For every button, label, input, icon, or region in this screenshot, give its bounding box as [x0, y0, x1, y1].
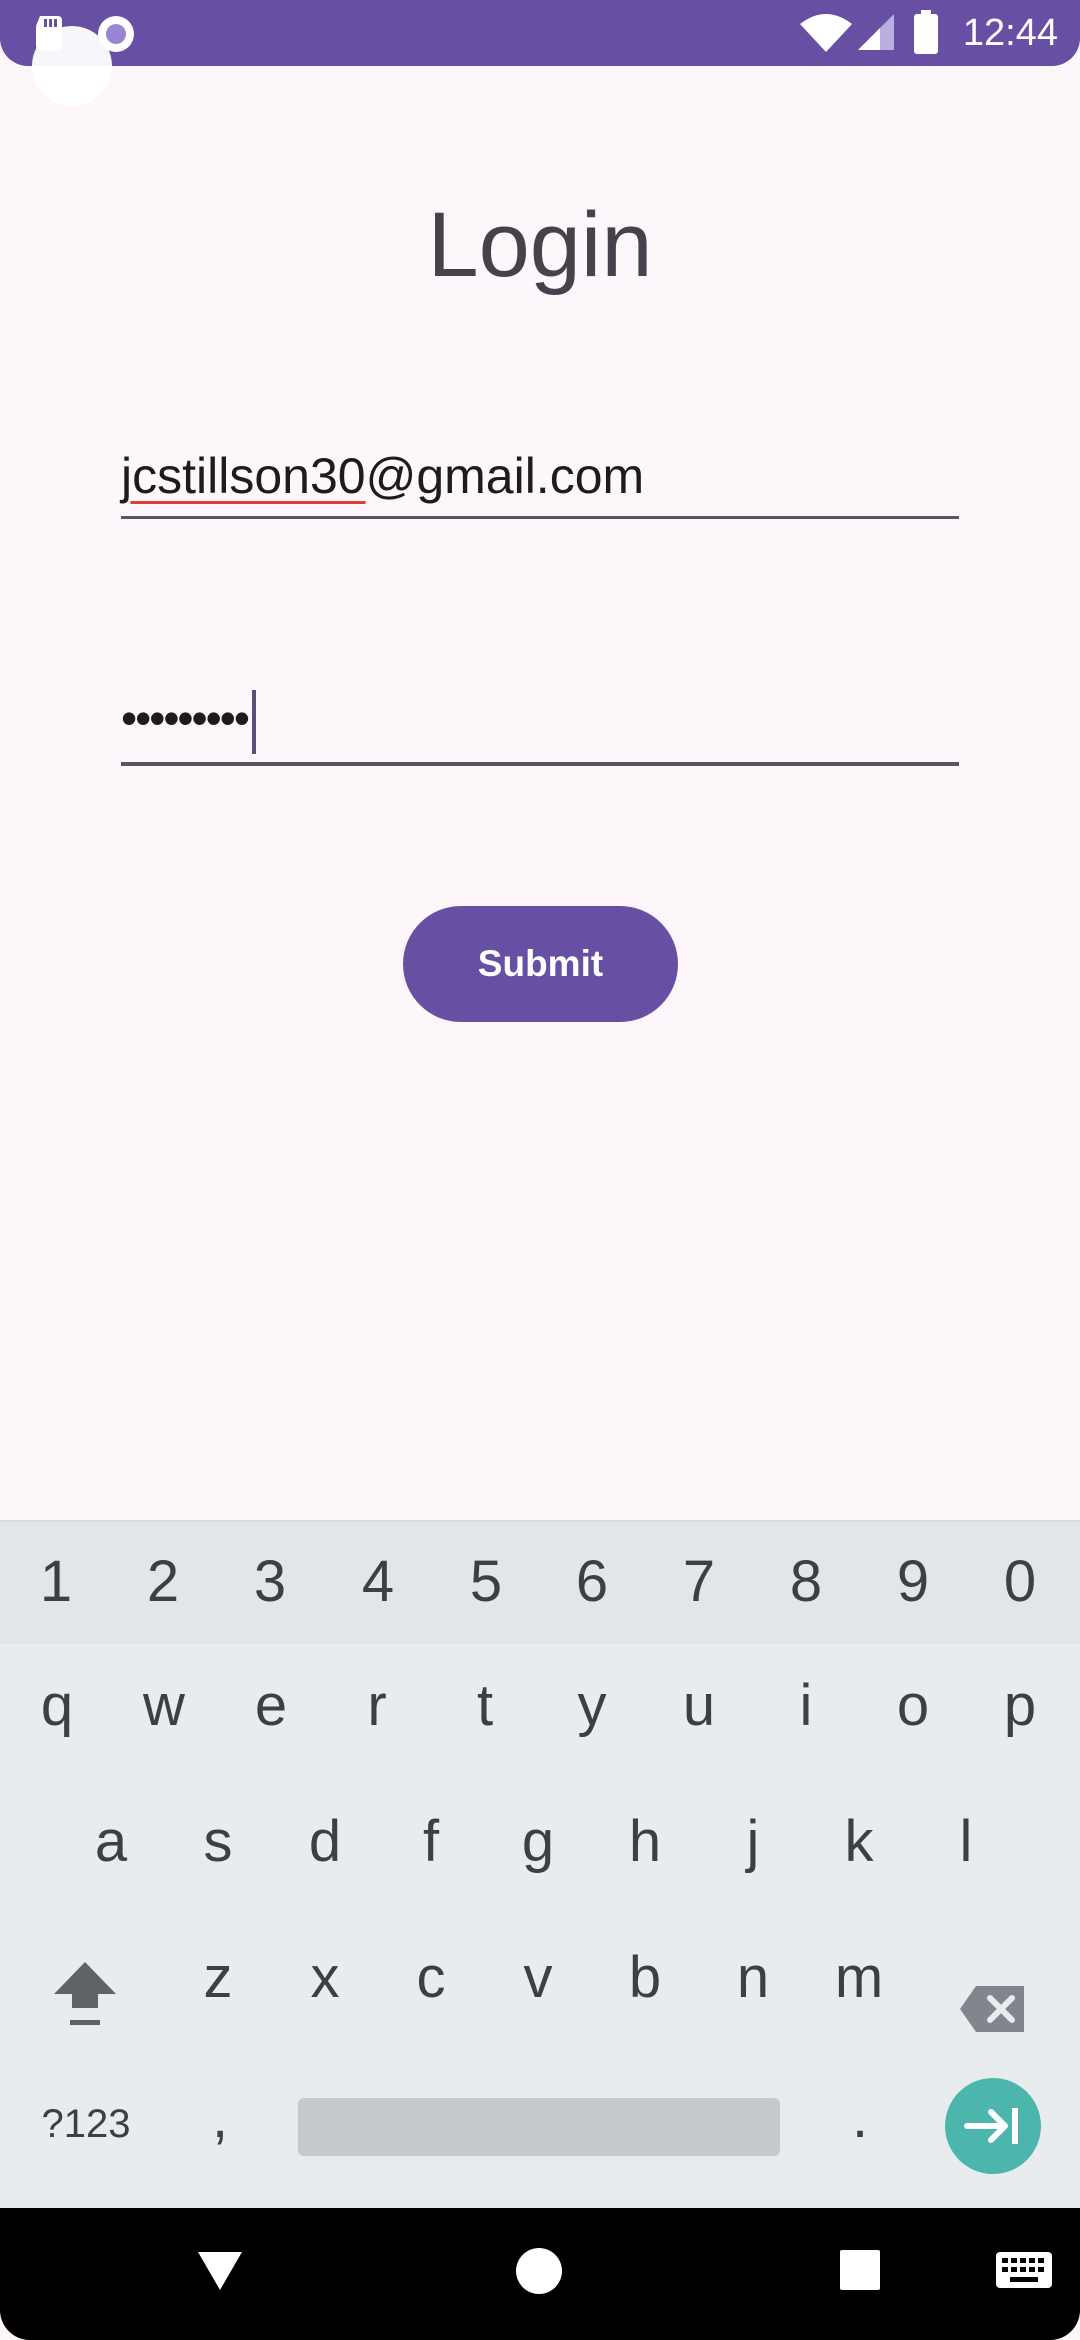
- shift-icon[interactable]: [52, 1958, 118, 2030]
- key-v[interactable]: v: [488, 1944, 588, 2011]
- email-underline: [121, 516, 959, 519]
- key-symbols[interactable]: ?123: [36, 2102, 136, 2147]
- navigation-bar: [0, 2208, 1080, 2340]
- back-icon[interactable]: [196, 2248, 244, 2292]
- key-comma[interactable]: ,: [170, 2084, 270, 2151]
- key-l[interactable]: l: [916, 1808, 1016, 1875]
- next-arrow-icon: [964, 2108, 1018, 2144]
- key-d[interactable]: d: [275, 1808, 375, 1875]
- key-g[interactable]: g: [488, 1808, 588, 1875]
- key-0[interactable]: 0: [970, 1548, 1070, 1615]
- key-e[interactable]: e: [221, 1672, 321, 1739]
- text-cursor: [251, 689, 256, 754]
- signal-icon: [858, 14, 894, 50]
- email-rest: @gmail.com: [365, 448, 645, 504]
- page-title: Login: [427, 194, 653, 296]
- key-9[interactable]: 9: [863, 1548, 963, 1615]
- keyboard-switch-icon[interactable]: [996, 2252, 1052, 2288]
- spacebar[interactable]: [298, 2098, 780, 2156]
- key-4[interactable]: 4: [328, 1548, 428, 1615]
- battery-icon: [914, 10, 938, 54]
- key-2[interactable]: 2: [113, 1548, 213, 1615]
- recents-icon[interactable]: [840, 2250, 880, 2290]
- key-6[interactable]: 6: [542, 1548, 642, 1615]
- key-1[interactable]: 1: [6, 1548, 106, 1615]
- email-misspelled-part: jcstillson30: [121, 448, 366, 504]
- status-bar: 12:44: [0, 0, 1080, 66]
- key-s[interactable]: s: [168, 1808, 268, 1875]
- password-field[interactable]: •••••••••: [121, 682, 959, 768]
- key-5[interactable]: 5: [436, 1548, 536, 1615]
- key-o[interactable]: o: [863, 1672, 963, 1739]
- key-a[interactable]: a: [61, 1808, 161, 1875]
- key-b[interactable]: b: [595, 1944, 695, 2011]
- password-underline: [121, 762, 959, 766]
- key-r[interactable]: r: [327, 1672, 427, 1739]
- key-z[interactable]: z: [168, 1944, 268, 2011]
- wifi-icon: [800, 14, 852, 52]
- key-w[interactable]: w: [114, 1672, 214, 1739]
- key-m[interactable]: m: [809, 1944, 909, 2011]
- key-p[interactable]: p: [970, 1672, 1070, 1739]
- key-3[interactable]: 3: [220, 1548, 320, 1615]
- keyboard-number-row: 1 2 3 4 5 6 7 8 9 0: [0, 1520, 1080, 1644]
- key-c[interactable]: c: [381, 1944, 481, 2011]
- password-input-value: •••••••••: [121, 682, 959, 754]
- floating-bubble[interactable]: [32, 26, 112, 106]
- key-x[interactable]: x: [275, 1944, 375, 2011]
- clock: 12:44: [962, 12, 1058, 54]
- key-k[interactable]: k: [809, 1808, 909, 1875]
- backspace-icon[interactable]: [958, 1984, 1028, 2034]
- key-t[interactable]: t: [435, 1672, 535, 1739]
- enter-button[interactable]: [945, 2078, 1041, 2174]
- key-i[interactable]: i: [756, 1672, 856, 1739]
- submit-button[interactable]: Submit: [403, 906, 678, 1022]
- key-f[interactable]: f: [381, 1808, 481, 1875]
- key-period[interactable]: .: [810, 2084, 910, 2151]
- home-icon[interactable]: [514, 2246, 564, 2296]
- soft-keyboard: 1 2 3 4 5 6 7 8 9 0 q w e r t y u i o p …: [0, 1520, 1080, 2208]
- key-8[interactable]: 8: [756, 1548, 856, 1615]
- email-input-value: jcstillson30@gmail.com: [121, 446, 959, 506]
- key-7[interactable]: 7: [649, 1548, 749, 1615]
- password-masked: •••••••••: [121, 692, 250, 744]
- key-n[interactable]: n: [703, 1944, 803, 2011]
- key-y[interactable]: y: [542, 1672, 642, 1739]
- email-field[interactable]: jcstillson30@gmail.com: [121, 446, 959, 522]
- key-h[interactable]: h: [595, 1808, 695, 1875]
- key-u[interactable]: u: [649, 1672, 749, 1739]
- key-q[interactable]: q: [7, 1672, 107, 1739]
- key-j[interactable]: j: [703, 1808, 803, 1875]
